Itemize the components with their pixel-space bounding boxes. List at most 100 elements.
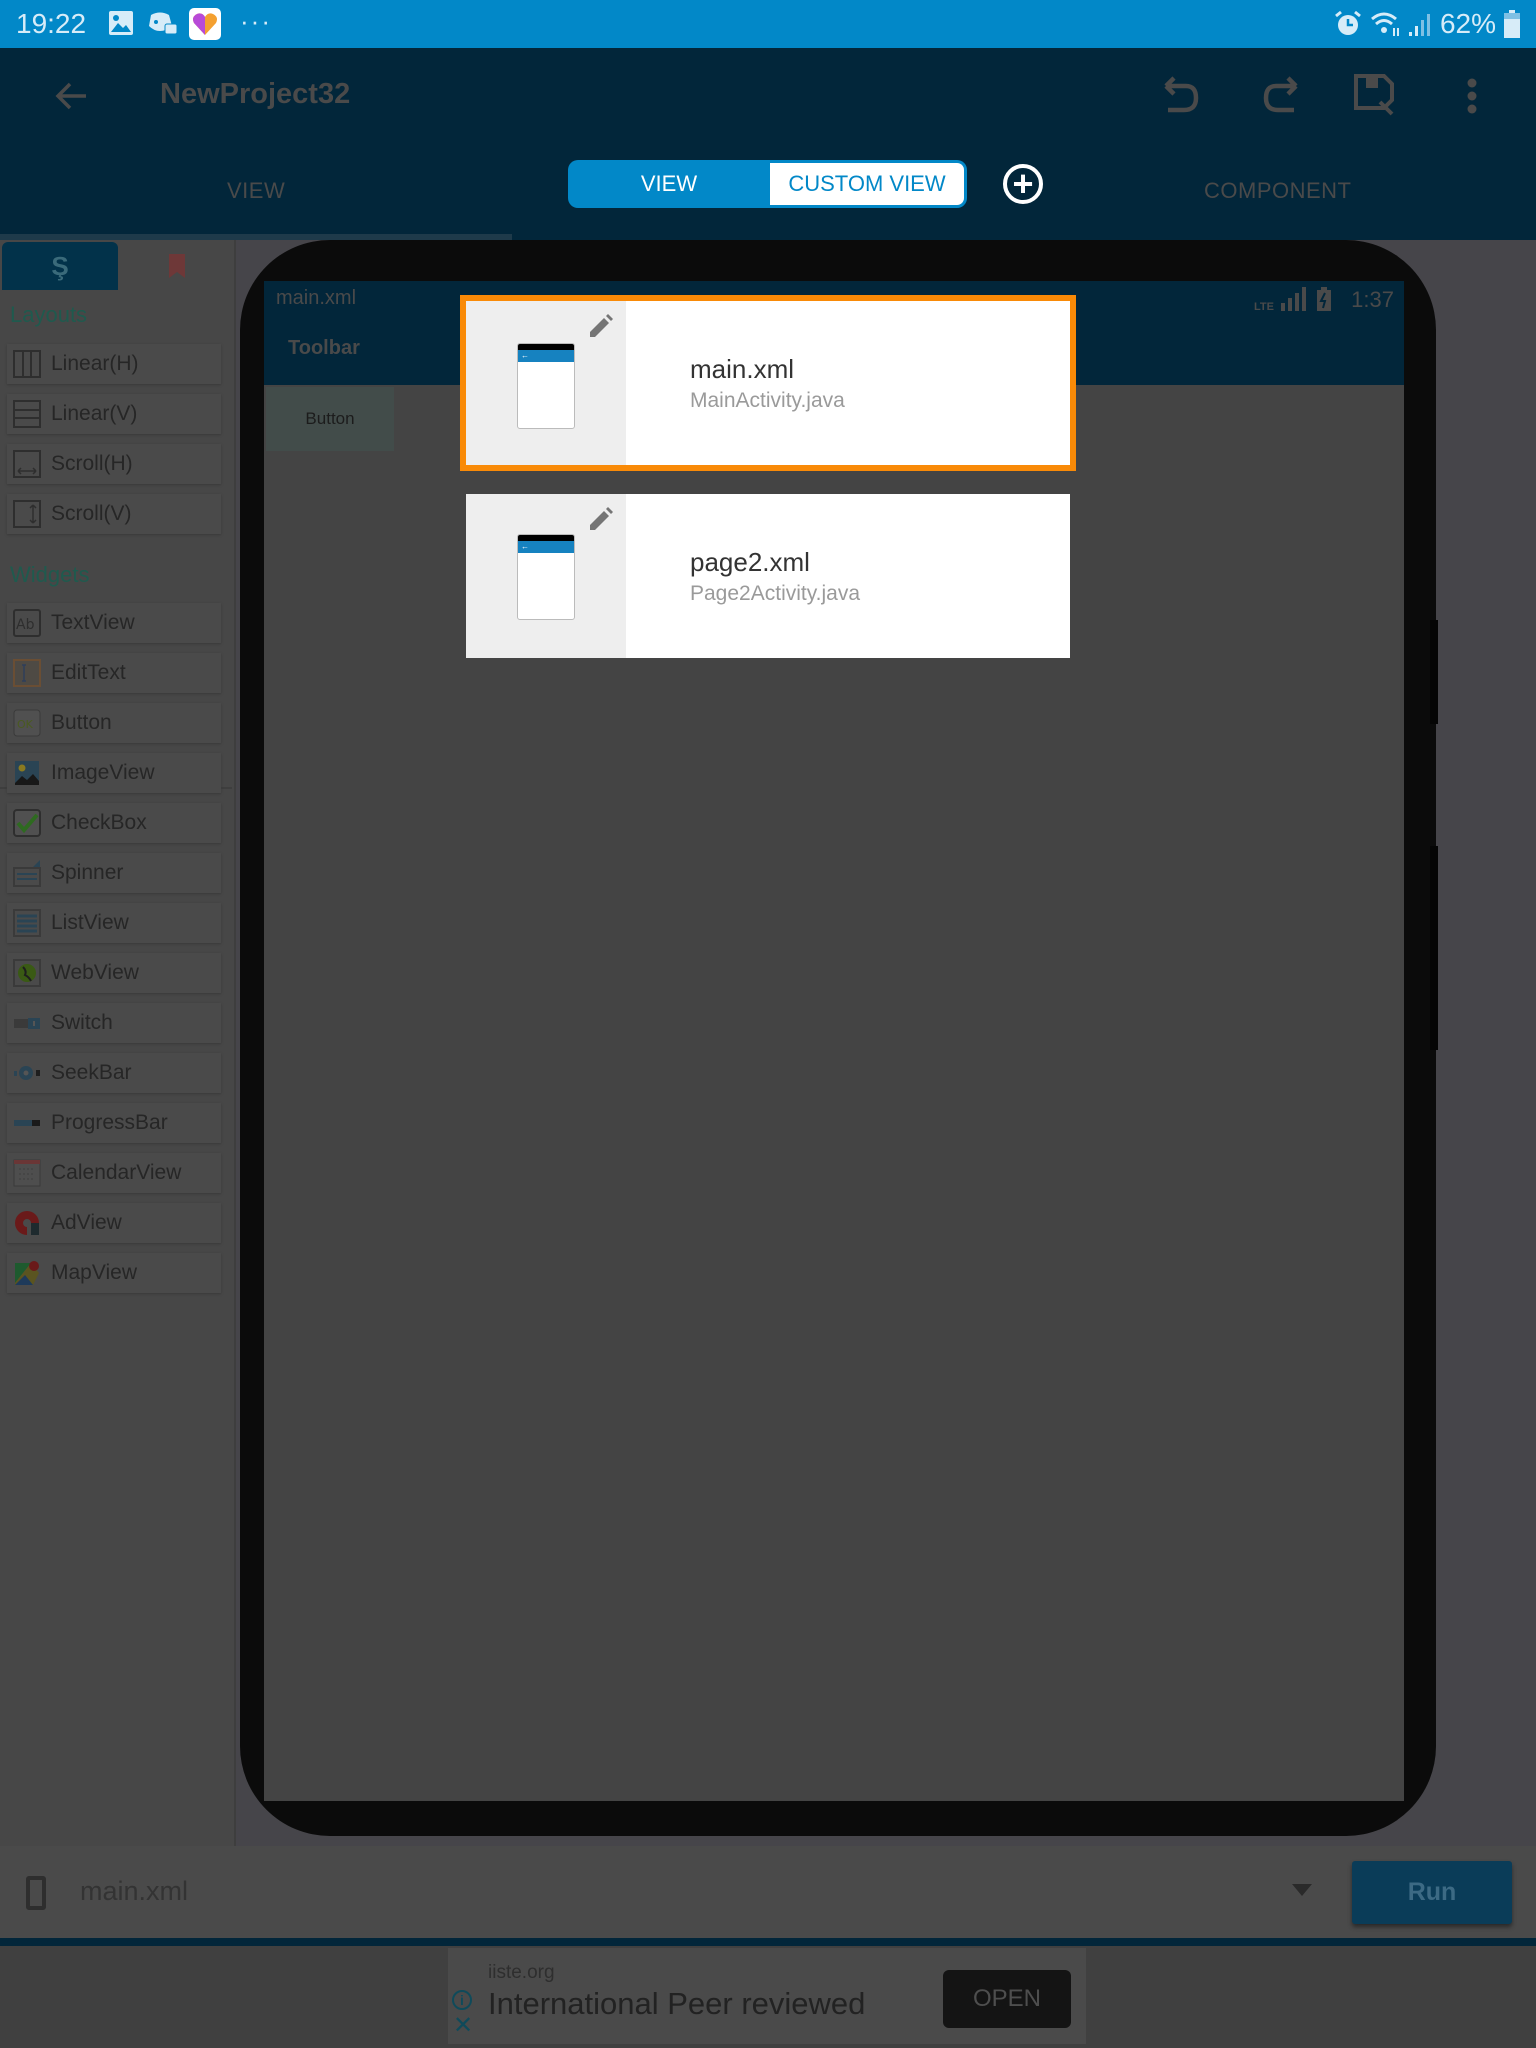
checkbox-icon (13, 809, 41, 837)
preview-layout-name: main.xml (276, 287, 357, 309)
linear-vertical-icon (13, 400, 41, 428)
more-options-button[interactable] (1448, 72, 1496, 120)
bookmark-tab[interactable] (120, 242, 234, 290)
linear-horizontal-icon (13, 350, 41, 378)
device-side-button (1430, 846, 1438, 1050)
status-time: 19:22 (16, 8, 87, 39)
palette-item-scroll-v[interactable]: Scroll(V) (7, 494, 221, 534)
palette-item-spinner[interactable]: Spinner (7, 853, 221, 893)
preview-button-widget[interactable]: Button (266, 387, 394, 451)
current-file-selector[interactable]: main.xml (80, 1876, 188, 1907)
preview-toolbar-label: Toolbar (288, 337, 360, 359)
view-xml-name: page2.xml (690, 546, 810, 577)
run-button[interactable]: Run (1352, 1861, 1512, 1924)
tab-view[interactable]: VIEW (227, 178, 285, 204)
palette-item-button[interactable]: OK Button (7, 703, 221, 743)
preview-time: 1:37 (1351, 287, 1394, 312)
spinner-icon (13, 859, 41, 887)
ad-banner[interactable]: i ✕ iiste.org International Peer reviewe… (448, 1948, 1086, 2044)
gallery-icon (109, 11, 133, 35)
tab-component[interactable]: COMPONENT (1204, 178, 1352, 204)
palette-item-calendarview[interactable]: CalendarView (7, 1153, 221, 1193)
app-bar: NewProject32 VIEW COMPONENT (0, 48, 1536, 240)
add-view-button[interactable]: + (1003, 164, 1043, 204)
system-status-bar: 19:22 ··· 62% (0, 0, 1536, 48)
progressbar-icon (13, 1109, 41, 1137)
view-thumbnail: ← (466, 494, 626, 658)
save-icon (1354, 74, 1394, 116)
dropdown-arrow-icon[interactable] (1292, 1884, 1312, 1896)
view-activity-name: Page2Activity.java (690, 581, 861, 605)
view-activity-name: MainActivity.java (690, 388, 845, 412)
palette-item-mapview[interactable]: MapView (7, 1253, 221, 1293)
svg-text:OK: OK (17, 718, 34, 731)
ad-headline: International Peer reviewed (488, 1986, 866, 2021)
palette-item-linear-h[interactable]: Linear(H) (7, 344, 221, 384)
palette-item-listview[interactable]: ListView (7, 903, 221, 943)
ad-info-icon[interactable]: i (452, 1990, 472, 2010)
palette-tab[interactable]: Ş (2, 242, 118, 290)
palette-item-progressbar[interactable]: ProgressBar (7, 1103, 221, 1143)
phone-preview-icon: ← (517, 534, 575, 620)
view-xml-name: main.xml (690, 353, 795, 384)
undo-button[interactable] (1158, 72, 1206, 120)
edittext-icon (13, 659, 41, 687)
palette-item-scroll-h[interactable]: Scroll(H) (7, 444, 221, 484)
toggle-view-button[interactable]: VIEW (568, 160, 770, 208)
palette-item-adview[interactable]: AdView (7, 1203, 221, 1243)
save-button[interactable] (1352, 72, 1400, 120)
palette-item-edittext[interactable]: EditText (7, 653, 221, 693)
preview-battery-icon (1317, 287, 1331, 311)
device-side-button (1430, 620, 1438, 724)
calendarview-icon (13, 1159, 41, 1187)
redo-icon (1263, 76, 1298, 113)
likee-app-icon (189, 8, 221, 40)
scroll-horizontal-icon (13, 450, 41, 478)
alarm-icon (1335, 10, 1361, 35)
palette-item-linear-v[interactable]: Linear(V) (7, 394, 221, 434)
ad-close-icon[interactable]: ✕ (453, 2014, 473, 2038)
edit-pencil-icon[interactable] (586, 313, 614, 341)
bookmark-icon (169, 254, 185, 278)
mapview-icon (13, 1259, 41, 1287)
discord-icon (149, 12, 178, 35)
imageview-icon (13, 759, 41, 787)
more-notifications-icon: ··· (240, 6, 272, 36)
button-icon: OK (13, 709, 41, 737)
listview-icon (13, 909, 41, 937)
palette-item-textview[interactable]: Ab TextView (7, 603, 221, 643)
undo-icon (1164, 76, 1199, 113)
ad-open-button[interactable]: OPEN (943, 1970, 1071, 2028)
ad-area: i ✕ iiste.org International Peer reviewe… (0, 1946, 1536, 2048)
view-thumbnail: ← (466, 301, 626, 465)
toggle-custom-view-button[interactable]: CUSTOM VIEW (770, 160, 967, 208)
bottom-divider (0, 1938, 1536, 1946)
lte-icon: LTE (1254, 301, 1274, 313)
textview-icon: Ab (13, 609, 41, 637)
palette-item-webview[interactable]: WebView (7, 953, 221, 993)
widget-palette: Ş Layouts Linear(H) Linear(V) Scroll(H) … (0, 240, 236, 1846)
palette-item-seekbar[interactable]: SeekBar (7, 1053, 221, 1093)
redo-button[interactable] (1256, 72, 1304, 120)
section-title-layouts: Layouts (10, 302, 88, 327)
svg-text:Ab: Ab (16, 617, 35, 633)
view-card-page2[interactable]: ← page2.xml Page2Activity.java (466, 494, 1070, 658)
palette-item-imageview[interactable]: ImageView (7, 753, 221, 793)
webview-icon (13, 959, 41, 987)
bottom-bar: main.xml Run (0, 1846, 1536, 1938)
wifi-icon (1371, 12, 1399, 36)
palette-s-icon: Ş (51, 250, 69, 281)
edit-pencil-icon[interactable] (586, 506, 614, 534)
battery-percent: 62% (1439, 8, 1496, 39)
adview-icon (13, 1209, 41, 1237)
battery-icon (1504, 10, 1520, 38)
back-button[interactable] (48, 72, 96, 120)
phone-outline-icon (26, 1876, 46, 1910)
preview-signal-icon (1281, 287, 1306, 311)
cell-signal-icon (1409, 14, 1430, 36)
palette-item-switch[interactable]: Switch (7, 1003, 221, 1043)
add-circle-icon: + (1012, 163, 1034, 204)
view-card-main[interactable]: ← main.xml MainActivity.java (460, 295, 1076, 471)
ad-domain: iiste.org (488, 1962, 555, 1983)
palette-item-checkbox[interactable]: CheckBox (7, 803, 221, 843)
